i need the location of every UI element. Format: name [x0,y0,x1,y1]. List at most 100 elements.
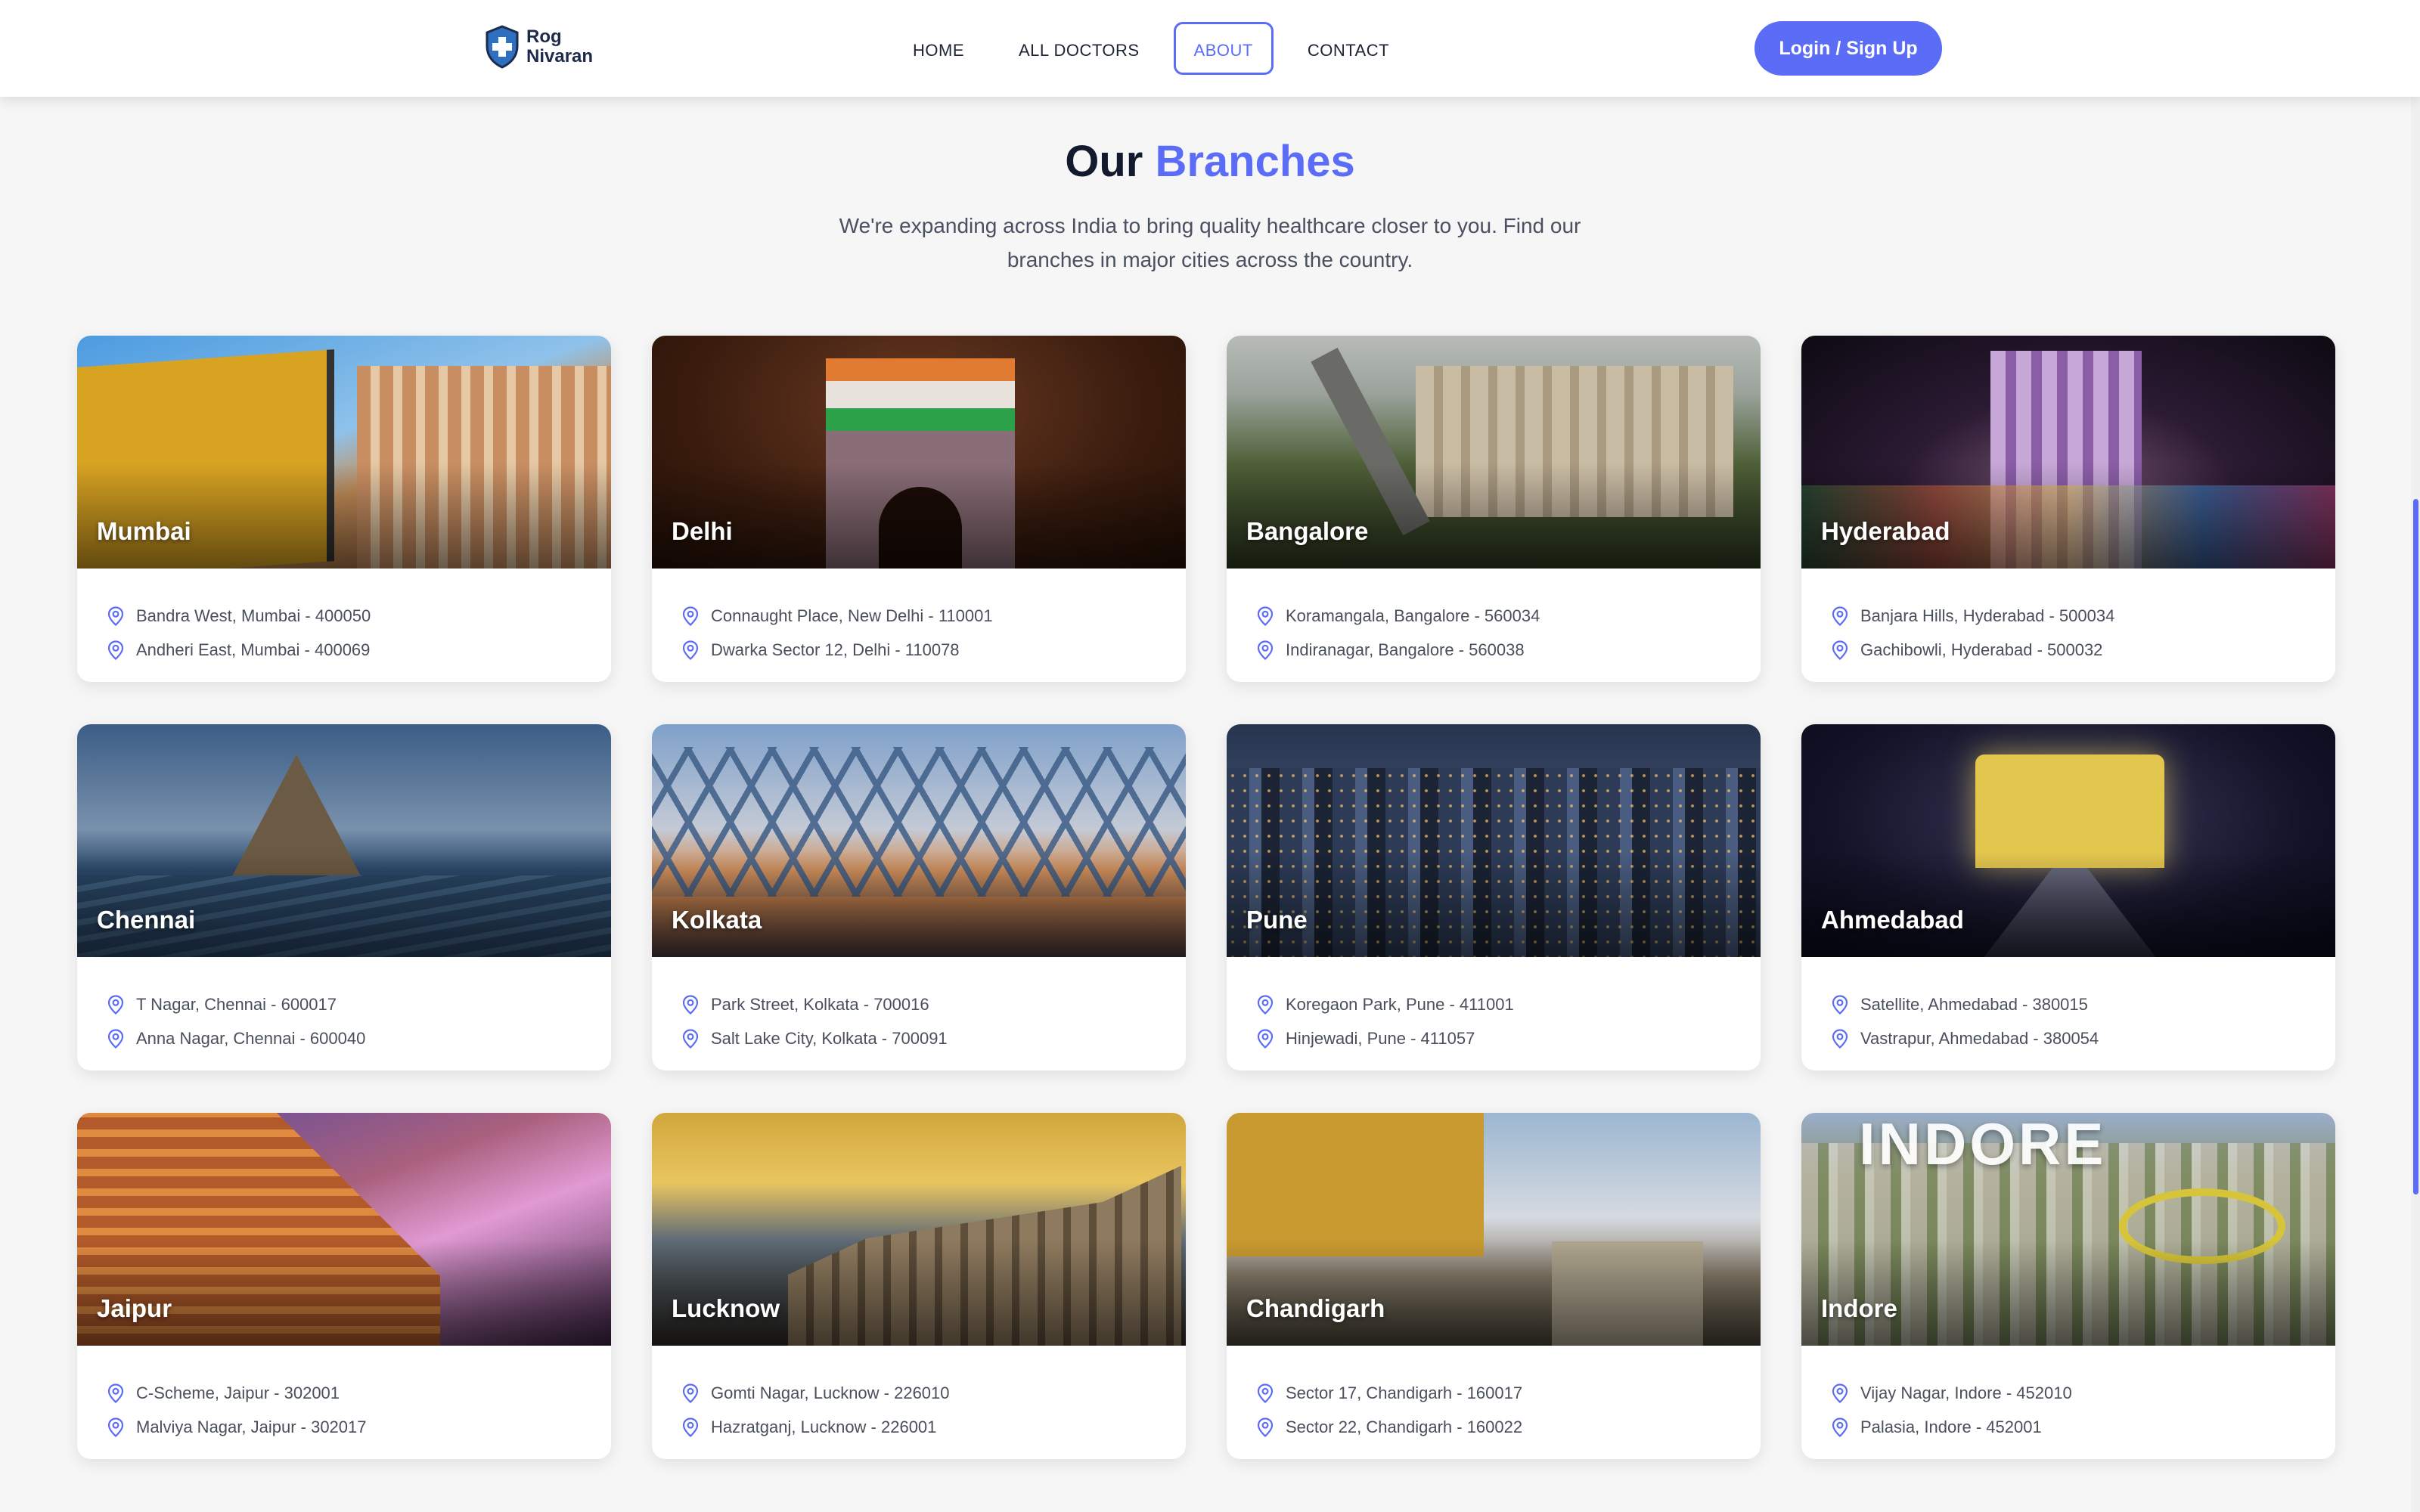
address-item: T Nagar, Chennai - 600017 [107,987,611,1021]
map-pin-icon [682,640,699,660]
main-nav: HOME ALL DOCTORS ABOUT CONTACT [892,22,1423,75]
address-text: Dwarka Sector 12, Delhi - 110078 [711,640,960,659]
address-list: Koramangala, Bangalore - 560034 Indiranag… [1227,569,1761,667]
address-item: Vijay Nagar, Indore - 452010 [1832,1376,2335,1410]
address-list: Gomti Nagar, Lucknow - 226010 Hazratganj,… [652,1346,1186,1444]
image-gradient [652,851,1186,957]
city-image: INDORE Indore [1801,1113,2335,1346]
city-name: Pune [1246,906,1308,934]
map-pin-icon [1257,1383,1274,1403]
map-pin-icon [1257,640,1274,660]
address-text: T Nagar, Chennai - 600017 [136,994,337,1014]
map-pin-icon [682,994,699,1015]
brand-name: Rog Nivaran [526,27,593,67]
brand-line-1: Rog [526,26,562,47]
map-pin-icon [1257,606,1274,626]
address-text: Sector 22, Chandigarh - 160022 [1286,1417,1523,1436]
map-pin-icon [1257,1028,1274,1049]
branch-card-hyderabad[interactable]: Hyderabad Banjara Hills, Hyderabad - 5000… [1801,336,2335,682]
address-item: Anna Nagar, Chennai - 600040 [107,1021,611,1055]
address-text: Vastrapur, Ahmedabad - 380054 [1860,1028,2099,1048]
city-image: Jaipur [77,1113,611,1346]
branch-card-indore[interactable]: INDORE Indore Vijay Nagar, Indore - 452010… [1801,1113,2335,1459]
map-pin-icon [1832,1417,1848,1437]
branch-card-chennai[interactable]: Chennai T Nagar, Chennai - 600017 Anna Nag… [77,724,611,1070]
address-list: Sector 17, Chandigarh - 160017 Sector 22,… [1227,1346,1761,1444]
branch-card-jaipur[interactable]: Jaipur C-Scheme, Jaipur - 302001 Malviya N… [77,1113,611,1459]
image-gradient [1227,1240,1761,1346]
map-pin-icon [107,1383,124,1403]
address-item: Palasia, Indore - 452001 [1832,1410,2335,1444]
address-text: Andheri East, Mumbai - 400069 [136,640,371,659]
branch-card-mumbai[interactable]: Mumbai Bandra West, Mumbai - 400050 Andher… [77,336,611,682]
address-text: Bandra West, Mumbai - 400050 [136,606,371,625]
map-pin-icon [682,1417,699,1437]
map-pin-icon [1832,1383,1848,1403]
map-pin-icon [1257,994,1274,1015]
address-item: Indiranagar, Bangalore - 560038 [1257,633,1761,667]
address-item: Gomti Nagar, Lucknow - 226010 [682,1376,1186,1410]
address-item: Park Street, Kolkata - 700016 [682,987,1186,1021]
section-title-plain: Our [1065,137,1143,186]
city-name: Lucknow [672,1294,780,1322]
map-pin-icon [682,1383,699,1403]
city-name: Bangalore [1246,517,1369,545]
city-name: Jaipur [97,1294,172,1322]
map-pin-icon [1257,1417,1274,1437]
address-text: Salt Lake City, Kolkata - 700091 [711,1028,948,1048]
map-pin-icon [1832,1028,1848,1049]
map-pin-icon [682,1028,699,1049]
image-gradient [77,851,611,957]
address-item: Bandra West, Mumbai - 400050 [107,599,611,633]
branch-card-pune[interactable]: Pune Koregaon Park, Pune - 411001 Hinjewad… [1227,724,1761,1070]
page-scrollbar[interactable] [2411,0,2420,1512]
scrollbar-thumb[interactable] [2413,499,2418,1194]
address-item: Vastrapur, Ahmedabad - 380054 [1832,1021,2335,1055]
city-image: Lucknow [652,1113,1186,1346]
address-text: Palasia, Indore - 452001 [1860,1417,2042,1436]
section-title-accent: Branches [1155,137,1355,186]
address-text: Koramangala, Bangalore - 560034 [1286,606,1540,625]
city-image: Chandigarh [1227,1113,1761,1346]
nav-link-contact[interactable]: CONTACT [1287,22,1410,75]
nav-link-all-doctors[interactable]: ALL DOCTORS [998,22,1160,75]
city-name: Chennai [97,906,196,934]
map-pin-icon [107,1028,124,1049]
brand-line-2: Nivaran [526,46,594,67]
address-list: Park Street, Kolkata - 700016 Salt Lake C… [652,957,1186,1055]
address-list: Vijay Nagar, Indore - 452010 Palasia, Ind… [1801,1346,2335,1444]
address-text: Vijay Nagar, Indore - 452010 [1860,1383,2072,1402]
address-item: C-Scheme, Jaipur - 302001 [107,1376,611,1410]
address-item: Malviya Nagar, Jaipur - 302017 [107,1410,611,1444]
map-pin-icon [107,640,124,660]
address-text: C-Scheme, Jaipur - 302001 [136,1383,340,1402]
section-subtitle: We're expanding across India to bring qu… [839,214,1581,271]
address-item: Andheri East, Mumbai - 400069 [107,633,611,667]
map-pin-icon [682,606,699,626]
address-list: T Nagar, Chennai - 600017 Anna Nagar, Che… [77,957,611,1055]
login-signup-button[interactable]: Login / Sign Up [1754,21,1942,76]
image-gradient [1227,851,1761,957]
branch-card-kolkata[interactable]: Kolkata Park Street, Kolkata - 700016 Salt… [652,724,1186,1070]
image-gradient [77,1240,611,1346]
city-name: Hyderabad [1821,517,1950,545]
section-title: Our Branches [0,136,2420,187]
branch-card-lucknow[interactable]: Lucknow Gomti Nagar, Lucknow - 226010 Hazr… [652,1113,1186,1459]
branch-card-chandigarh[interactable]: Chandigarh Sector 17, Chandigarh - 160017… [1227,1113,1761,1459]
address-list: Koregaon Park, Pune - 411001 Hinjewadi, P… [1227,957,1761,1055]
image-gradient [1801,851,2335,957]
branch-card-bangalore[interactable]: Bangalore Koramangala, Bangalore - 560034… [1227,336,1761,682]
address-text: Connaught Place, New Delhi - 110001 [711,606,993,625]
nav-link-home[interactable]: HOME [892,22,985,75]
city-name: Kolkata [672,906,762,934]
branch-card-ahmedabad[interactable]: Ahmedabad Satellite, Ahmedabad - 380015 Va… [1801,724,2335,1070]
address-item: Salt Lake City, Kolkata - 700091 [682,1021,1186,1055]
address-item: Sector 17, Chandigarh - 160017 [1257,1376,1761,1410]
branch-card-delhi[interactable]: Delhi Connaught Place, New Delhi - 110001… [652,336,1186,682]
address-item: Connaught Place, New Delhi - 110001 [682,599,1186,633]
nav-link-about[interactable]: ABOUT [1173,22,1274,75]
brand-logo[interactable]: Rog Nivaran [484,24,593,70]
address-text: Koregaon Park, Pune - 411001 [1286,994,1514,1014]
address-item: Banjara Hills, Hyderabad - 500034 [1832,599,2335,633]
map-pin-icon [1832,640,1848,660]
